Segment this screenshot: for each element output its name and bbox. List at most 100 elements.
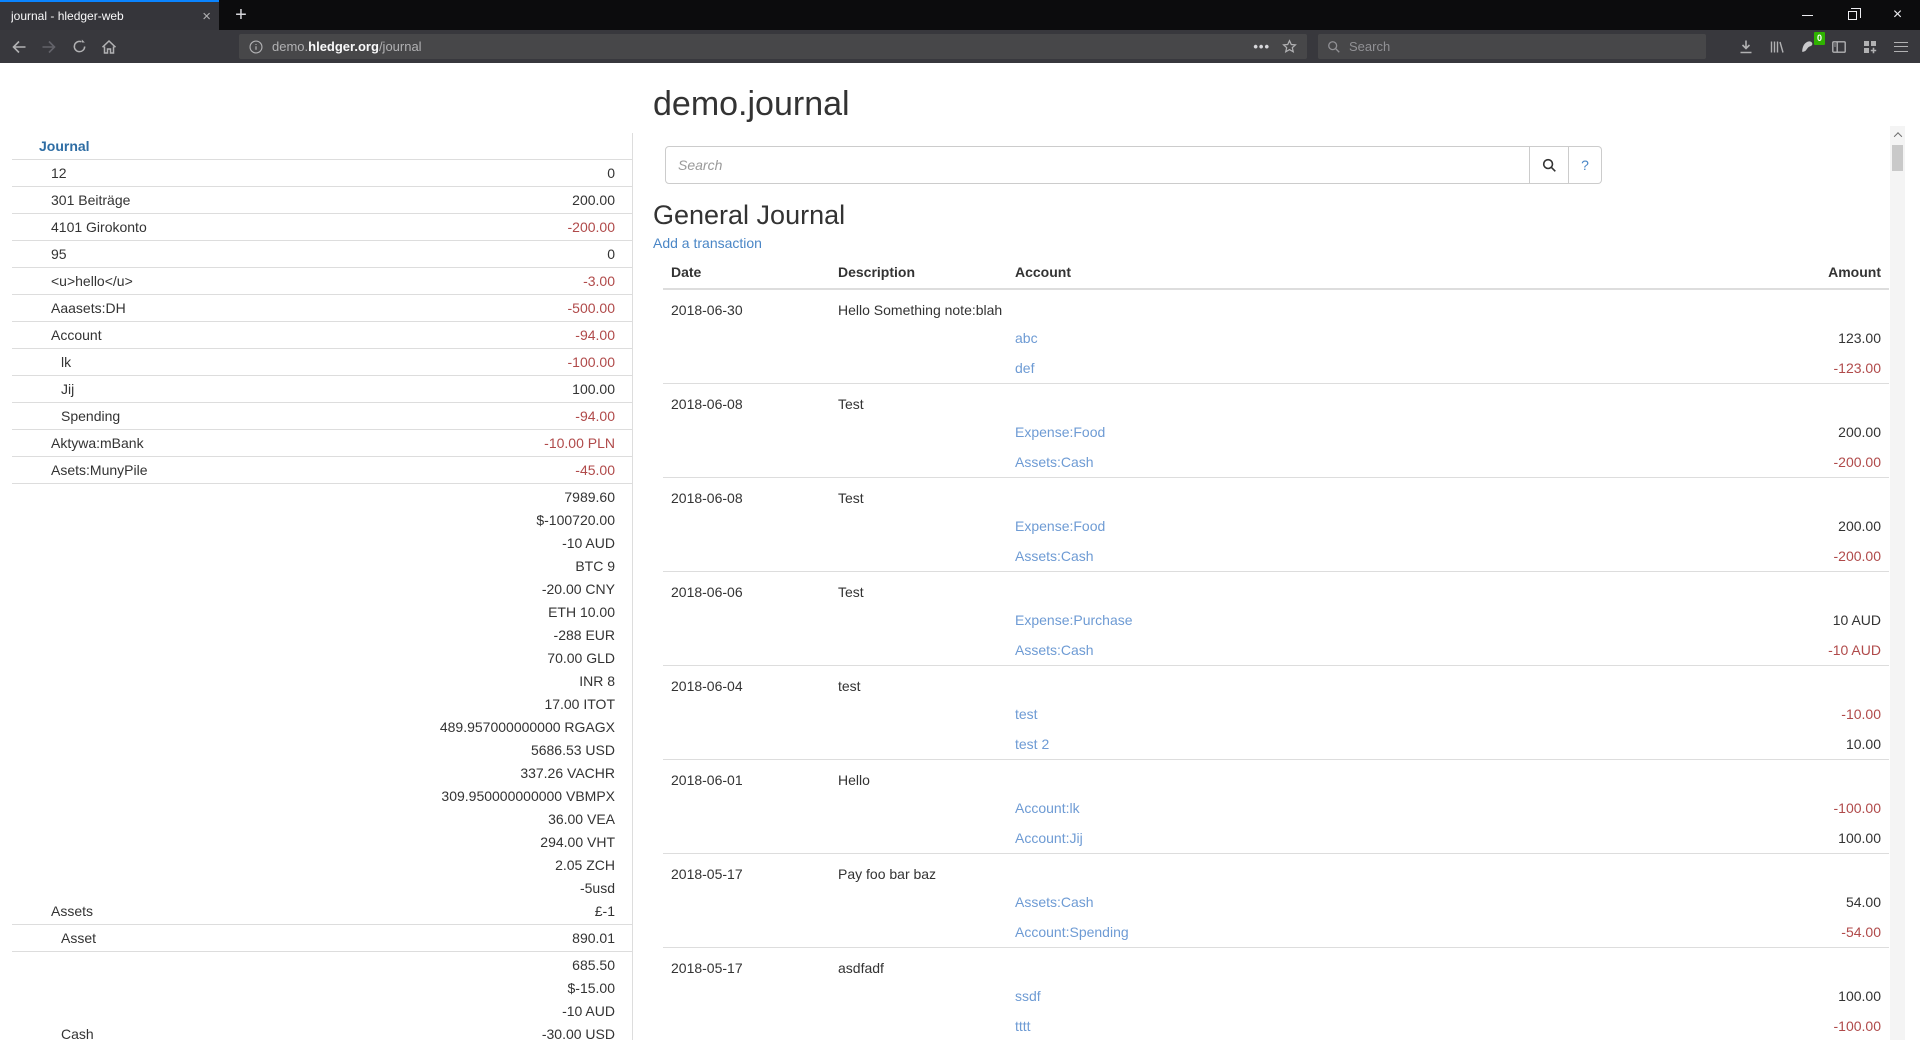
sidebar-account-link[interactable]: Cash: [12, 952, 268, 1040]
sidebar-account-row: 4101 Girokonto-200.00: [12, 214, 633, 241]
posting-account-link[interactable]: abc: [1015, 330, 1038, 346]
sidebar-account-link[interactable]: 4101 Girokonto: [12, 214, 268, 241]
menu-button[interactable]: [1885, 33, 1916, 61]
sidebar-account-link[interactable]: 301 Beiträge: [12, 187, 268, 214]
balance-amount: -500.00: [268, 297, 615, 320]
column-header-date: Date: [663, 257, 830, 289]
home-button[interactable]: [94, 33, 124, 61]
library-button[interactable]: [1761, 33, 1792, 61]
posting-account-link[interactable]: Account:lk: [1015, 800, 1080, 816]
screenshot-grid-button[interactable]: [1854, 33, 1885, 61]
transaction-row[interactable]: 2018-06-30Hello Something note:blah: [663, 289, 1889, 323]
page-scrollbar[interactable]: [1890, 126, 1905, 1040]
tab-close-icon[interactable]: ×: [202, 9, 211, 24]
page-actions-icon[interactable]: •••: [1253, 39, 1270, 54]
sidebar-journal-link[interactable]: Journal: [12, 133, 633, 160]
forward-button[interactable]: [34, 33, 64, 61]
back-button[interactable]: [4, 33, 34, 61]
sidebar-account-link[interactable]: Aktywa:mBank: [12, 430, 268, 457]
posting-account-link[interactable]: Assets:Cash: [1015, 894, 1094, 910]
posting-amount: 10.00: [1589, 729, 1889, 760]
search-input[interactable]: [665, 146, 1530, 184]
balance-amount: -30.00 USD: [268, 1023, 615, 1040]
transaction-row[interactable]: 2018-06-08Test: [663, 384, 1889, 418]
sidebar-account-link[interactable]: <u>hello</u>: [12, 268, 268, 295]
bookmark-star-icon[interactable]: [1282, 39, 1297, 54]
posting-account-cell: test 2: [1007, 729, 1589, 760]
column-header-amount: Amount: [1589, 257, 1889, 289]
posting-account-cell: abc: [1007, 323, 1589, 353]
downloads-button[interactable]: [1730, 33, 1761, 61]
posting-account-link[interactable]: Expense:Food: [1015, 424, 1105, 440]
transaction-row[interactable]: 2018-05-17asdfadf: [663, 948, 1889, 982]
balance-amount: 100.00: [268, 378, 615, 401]
search-help-button[interactable]: ?: [1569, 146, 1602, 184]
transaction-row[interactable]: 2018-06-04test: [663, 666, 1889, 700]
posting-account-cell: Assets:Cash: [1007, 635, 1589, 666]
window-minimize-button[interactable]: [1785, 0, 1830, 30]
posting-row: Account:lk -100.00: [663, 793, 1889, 823]
posting-amount: -200.00: [1589, 541, 1889, 572]
sidebar-account-link[interactable]: Aaasets:DH: [12, 295, 268, 322]
sidebar-account-link[interactable]: Assets: [12, 484, 268, 925]
sidebar-account-link[interactable]: Jij: [12, 376, 268, 403]
posting-spacer: [663, 323, 830, 353]
transaction-row[interactable]: 2018-06-08Test: [663, 478, 1889, 512]
posting-account-link[interactable]: tttt: [1015, 1018, 1031, 1034]
sidebar-account-link[interactable]: Asets:MunyPile: [12, 457, 268, 484]
posting-account-link[interactable]: Assets:Cash: [1015, 642, 1094, 658]
posting-account-link[interactable]: def: [1015, 360, 1034, 376]
posting-account-link[interactable]: ssdf: [1015, 988, 1041, 1004]
balance-amount: $-15.00: [268, 977, 615, 1000]
url-bar[interactable]: demo.hledger.org/journal •••: [239, 34, 1307, 59]
window-restore-button[interactable]: [1830, 0, 1875, 30]
posting-spacer: [663, 447, 830, 478]
extension-button[interactable]: 0: [1792, 33, 1823, 61]
posting-amount: -100.00: [1589, 793, 1889, 823]
search-button[interactable]: [1530, 146, 1569, 184]
posting-account-link[interactable]: Expense:Food: [1015, 518, 1105, 534]
posting-spacer: [830, 605, 1007, 635]
browser-tab[interactable]: journal - hledger-web ×: [0, 0, 219, 30]
posting-account-cell: Assets:Cash: [1007, 887, 1589, 917]
transaction-date: 2018-06-08: [663, 384, 830, 418]
title-bar: journal - hledger-web × + ×: [0, 0, 1920, 30]
transaction-row[interactable]: 2018-05-17Pay foo bar baz: [663, 854, 1889, 888]
window-close-button[interactable]: ×: [1875, 0, 1920, 30]
posting-spacer: [830, 353, 1007, 384]
posting-spacer: [830, 729, 1007, 760]
sidebar-toggle-button[interactable]: [1823, 33, 1854, 61]
sidebar-account-link[interactable]: Spending: [12, 403, 268, 430]
sidebar-account-link[interactable]: lk: [12, 349, 268, 376]
posting-amount: 123.00: [1589, 323, 1889, 353]
reload-button[interactable]: [64, 33, 94, 61]
posting-account-link[interactable]: test: [1015, 706, 1038, 722]
window-minimize-icon: [1802, 15, 1813, 16]
balance-amount: 489.957000000000 RGAGX: [268, 716, 615, 739]
scrollbar-thumb[interactable]: [1892, 145, 1903, 171]
posting-amount: -200.00: [1589, 447, 1889, 478]
posting-account-link[interactable]: test 2: [1015, 736, 1049, 752]
sidebar-account-link[interactable]: 95: [12, 241, 268, 268]
site-info-icon[interactable]: [249, 40, 263, 54]
posting-account-cell: Account:Jij: [1007, 823, 1589, 854]
new-tab-button[interactable]: +: [226, 2, 256, 30]
add-transaction-link[interactable]: Add a transaction: [653, 235, 762, 251]
scrollbar-up-arrow[interactable]: [1890, 127, 1905, 143]
balance-amount: -20.00 CNY: [268, 578, 615, 601]
transaction-row[interactable]: 2018-06-06Test: [663, 572, 1889, 606]
sidebar-toggle-icon: [1831, 39, 1847, 55]
sidebar-account-link[interactable]: Account: [12, 322, 268, 349]
posting-account-link[interactable]: Account:Jij: [1015, 830, 1083, 846]
posting-account-link[interactable]: Assets:Cash: [1015, 548, 1094, 564]
balance-amount: 2.05 ZCH: [268, 854, 615, 877]
sidebar-account-link[interactable]: Asset: [12, 925, 268, 952]
posting-account-link[interactable]: Assets:Cash: [1015, 454, 1094, 470]
sidebar-account-link[interactable]: 12: [12, 160, 268, 187]
posting-spacer: [663, 981, 830, 1011]
posting-account-link[interactable]: Expense:Purchase: [1015, 612, 1133, 628]
browser-search-input[interactable]: Search: [1318, 34, 1706, 59]
browser-search-icon: [1327, 40, 1341, 54]
transaction-row[interactable]: 2018-06-01Hello: [663, 760, 1889, 794]
posting-account-link[interactable]: Account:Spending: [1015, 924, 1129, 940]
